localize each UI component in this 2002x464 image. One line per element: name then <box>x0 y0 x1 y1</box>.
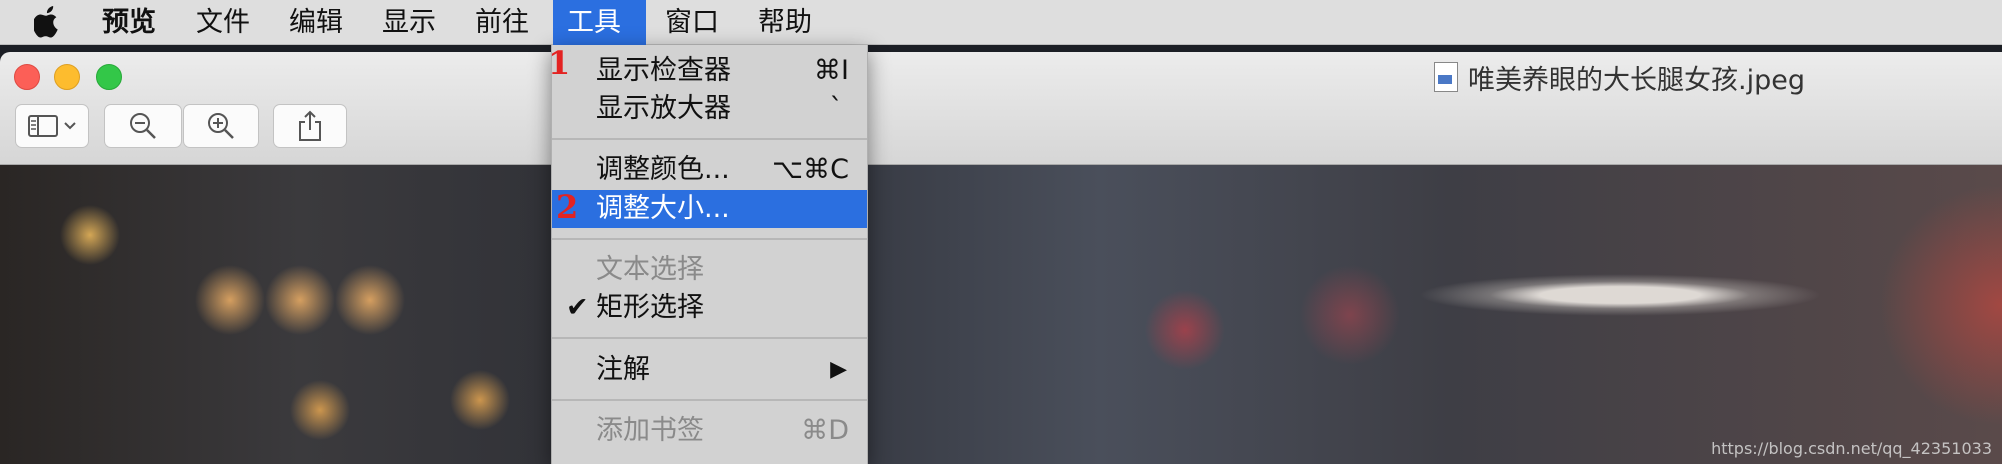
menu-bar: 预览 文件 编辑 显示 前往 工具 窗口 帮助 <box>0 0 2002 45</box>
share-button[interactable] <box>273 104 347 148</box>
menu-view[interactable]: 显示 <box>368 0 450 45</box>
menu-item-shortcut: ⌥⌘C <box>772 154 849 185</box>
zoom-out-icon <box>130 113 156 139</box>
zoom-in-icon <box>208 113 234 139</box>
menu-item-label: 矩形选择 <box>596 292 704 323</box>
menu-separator <box>552 138 867 140</box>
sidebar-toggle-button[interactable] <box>15 104 89 148</box>
apple-logo-icon[interactable] <box>34 6 62 38</box>
menu-item-shortcut: ⌘I <box>814 55 849 86</box>
menu-window[interactable]: 窗口 <box>651 0 733 45</box>
menu-help[interactable]: 帮助 <box>744 0 826 45</box>
menu-item-label: 显示检查器 <box>596 55 731 86</box>
menu-edit[interactable]: 编辑 <box>275 0 357 45</box>
zoom-out-button[interactable] <box>104 104 182 148</box>
menu-item-shortcut: ` <box>829 93 844 124</box>
step-annotation-1: 1 <box>548 44 571 82</box>
submenu-arrow-icon: ▶ <box>830 357 847 382</box>
menu-item-show-magnifier[interactable]: 显示放大器 ` <box>552 90 867 128</box>
image-canvas[interactable] <box>0 165 2002 464</box>
menu-item-label: 注解 <box>596 354 650 385</box>
menu-item-rectangular-selection[interactable]: ✔ 矩形选择 <box>552 289 867 327</box>
menu-separator <box>552 238 867 240</box>
menu-item-label: 添加书签 <box>596 415 704 446</box>
menu-item-shortcut: ⌘D <box>801 415 849 446</box>
menu-item-show-inspector[interactable]: 显示检查器 ⌘I <box>552 52 867 90</box>
tools-menu-dropdown: 显示检查器 ⌘I 显示放大器 ` 调整颜色... ⌥⌘C 调整大小... 文本选… <box>551 45 868 464</box>
menu-item-adjust-size[interactable]: 调整大小... <box>552 190 867 228</box>
checkmark-icon: ✔ <box>566 292 589 323</box>
menu-item-label: 文本选择 <box>596 254 704 285</box>
step-annotation-2: 2 <box>556 188 579 226</box>
close-window-button[interactable] <box>14 64 40 90</box>
menu-item-label: 调整大小... <box>596 193 730 224</box>
menu-item-label: 调整颜色... <box>596 154 730 185</box>
menu-app-name[interactable]: 预览 <box>88 0 170 45</box>
menu-file[interactable]: 文件 <box>182 0 264 45</box>
menu-separator <box>552 337 867 339</box>
watermark: https://blog.csdn.net/qq_42351033 <box>1711 439 1992 458</box>
window-title-text: 唯美养眼的大长腿女孩.jpeg <box>1468 64 1805 96</box>
sidebar-icon <box>28 115 76 137</box>
minimize-window-button[interactable] <box>54 64 80 90</box>
zoom-window-button[interactable] <box>96 64 122 90</box>
menu-item-add-bookmark: 添加书签 ⌘D <box>552 412 867 450</box>
share-icon <box>299 110 321 141</box>
jpeg-file-icon <box>1434 62 1458 92</box>
menu-item-label: 显示放大器 <box>596 93 731 124</box>
menu-tools[interactable]: 工具 <box>553 0 646 45</box>
menu-item-adjust-color[interactable]: 调整颜色... ⌥⌘C <box>552 151 867 189</box>
zoom-in-button[interactable] <box>183 104 259 148</box>
menu-item-text-selection: 文本选择 <box>552 251 867 289</box>
menu-separator <box>552 399 867 401</box>
menu-item-annotate[interactable]: 注解 ▶ <box>552 351 867 389</box>
window-title: 唯美养眼的大长腿女孩.jpeg <box>1434 57 1805 97</box>
menu-go[interactable]: 前往 <box>461 0 543 45</box>
